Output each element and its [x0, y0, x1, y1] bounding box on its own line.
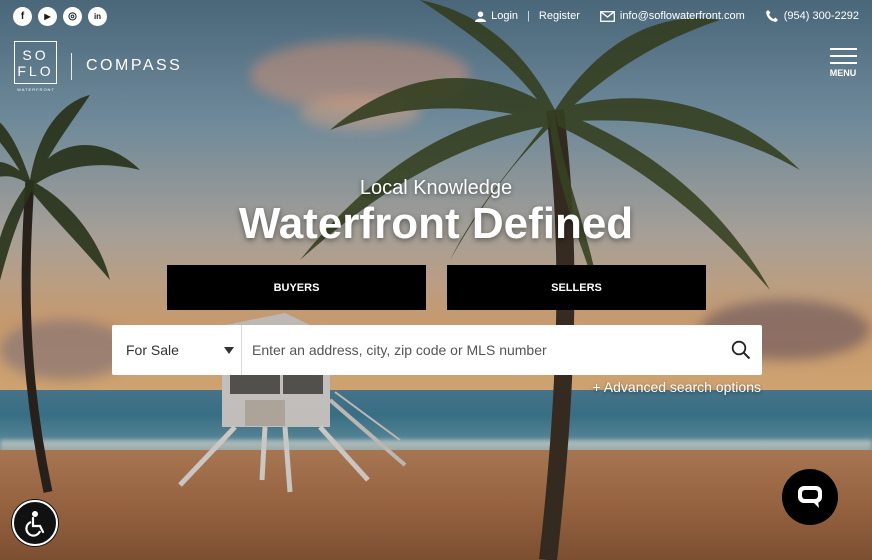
user-icon: [475, 10, 487, 22]
hero-headline: Waterfront Defined: [238, 199, 634, 248]
hero-background: [0, 0, 872, 560]
login-label: Login: [491, 10, 519, 22]
top-bar: f ▶ ◎ in Login | Register info@soflowate…: [0, 0, 872, 32]
hamburger-icon: [829, 48, 857, 64]
chat-button[interactable]: [782, 469, 838, 525]
logo-subtitle: WATERFRONT: [17, 87, 55, 92]
buyers-button[interactable]: BUYERS: [167, 265, 426, 310]
divider: |: [527, 10, 530, 22]
linkedin-icon[interactable]: in: [88, 7, 107, 26]
social-links: f ▶ ◎ in: [13, 7, 107, 26]
chat-bubble-icon: [798, 486, 822, 508]
top-links: Login | Register info@soflowaterfront.co…: [475, 9, 859, 23]
soflo-logo[interactable]: SO FLO: [14, 41, 57, 84]
search-icon: [731, 340, 751, 360]
hero-tagline: Local Knowledge: [359, 177, 513, 199]
phone-icon: [765, 10, 778, 22]
compass-logo[interactable]: COMPASS: [86, 57, 182, 75]
menu-label: MENU: [829, 68, 857, 78]
email-link[interactable]: info@soflowaterfront.com: [599, 10, 745, 22]
instagram-icon[interactable]: ◎: [63, 7, 82, 26]
logo-text-top: SO: [22, 46, 49, 63]
advanced-search-link[interactable]: + Advanced search options: [592, 379, 761, 395]
caret-down-icon: [224, 347, 234, 354]
menu-button[interactable]: MENU: [828, 48, 858, 78]
image-overlay: [0, 0, 872, 560]
search-input[interactable]: [242, 325, 720, 375]
youtube-icon[interactable]: ▶: [38, 7, 57, 26]
sellers-button[interactable]: SELLERS: [447, 265, 706, 310]
logo-divider: [71, 53, 72, 80]
listing-type-select[interactable]: For Sale: [112, 325, 242, 375]
phone-link[interactable]: (954) 300-2292: [765, 9, 859, 23]
listing-type-value: For Sale: [126, 342, 179, 358]
accessibility-icon: [25, 511, 45, 537]
facebook-icon[interactable]: f: [13, 7, 32, 26]
search-button[interactable]: [720, 325, 762, 375]
accessibility-button[interactable]: [12, 500, 58, 546]
logo-text-bottom: FLO: [17, 62, 54, 79]
register-link[interactable]: Register: [539, 10, 580, 22]
register-label: Register: [538, 10, 580, 22]
envelope-icon: [599, 10, 615, 22]
phone-label: (954) 300-2292: [783, 10, 859, 22]
email-label: info@soflowaterfront.com: [619, 10, 745, 22]
login-link[interactable]: Login: [475, 10, 518, 22]
property-search-bar: For Sale: [112, 325, 762, 375]
